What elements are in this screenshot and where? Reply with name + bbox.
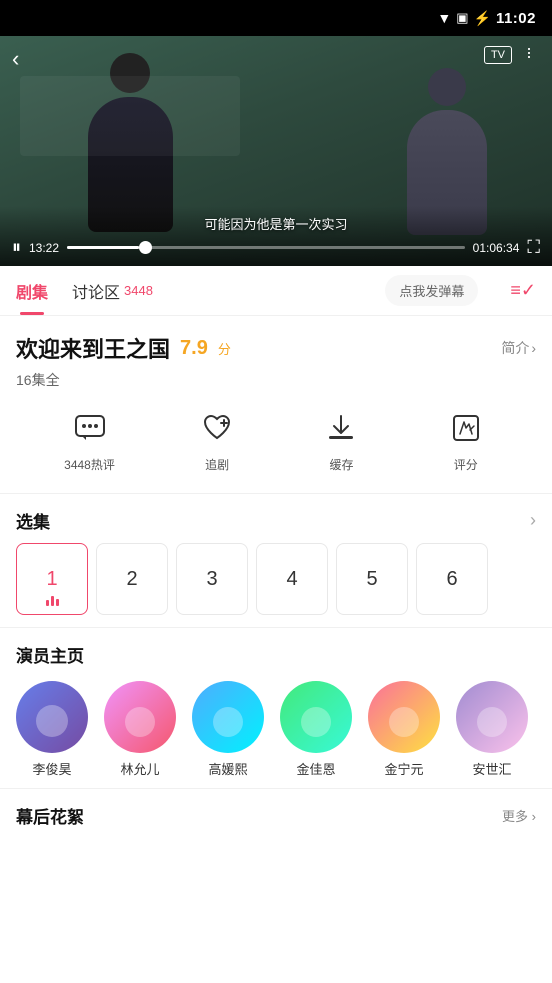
select-episode-title: 选集 — [16, 508, 50, 533]
cast-avatar-5 — [368, 681, 440, 753]
episode-item-1[interactable]: 1 — [16, 543, 88, 615]
episode-grid: 1 2 3 4 5 6 — [16, 543, 536, 627]
cast-name-1: 李俊昊 — [32, 759, 71, 778]
danmu-input-button[interactable]: 点我发弹幕 — [385, 275, 478, 306]
progress-row: ⏸ 13:22 01:06:34 ⛶ — [12, 237, 540, 258]
show-rating: 7.9 — [180, 337, 208, 360]
play-pause-button[interactable]: ⏸ — [12, 237, 21, 258]
follow-button[interactable]: 追剧 — [195, 406, 239, 473]
cast-item-4[interactable]: 金佳恩 — [280, 681, 352, 778]
cast-avatar-1 — [16, 681, 88, 753]
cast-name-5: 金宁元 — [384, 759, 423, 778]
download-icon — [319, 406, 363, 450]
cast-item-3[interactable]: 高媛熙 — [192, 681, 264, 778]
progress-bar[interactable] — [67, 246, 465, 249]
bts-more-link[interactable]: 更多 › — [502, 806, 536, 825]
time-display: 11:02 — [496, 10, 536, 27]
wifi-icon: ▼ — [437, 10, 451, 26]
time-elapsed: 13:22 — [29, 241, 59, 255]
show-title-row: 欢迎来到王之国 7.9 分 简介 › — [16, 332, 536, 364]
cast-avatar-4 — [280, 681, 352, 753]
bts-section: 幕后花絮 更多 › — [16, 789, 536, 842]
episode-count: 16集全 — [16, 370, 536, 390]
danmu-list-icon[interactable]: ≡✓ — [510, 280, 536, 301]
show-title: 欢迎来到王之国 — [16, 332, 170, 364]
status-bar: ▼ ▣ ⚡ 11:02 — [0, 0, 552, 36]
time-total: 01:06:34 — [473, 241, 520, 255]
episode-item-3[interactable]: 3 — [176, 543, 248, 615]
discussion-count: 3448 — [124, 283, 153, 298]
episode-item-5[interactable]: 5 — [336, 543, 408, 615]
heart-plus-icon — [195, 406, 239, 450]
person-right — [402, 68, 492, 228]
action-buttons: 3448热评 追剧 缓存 — [16, 406, 536, 473]
intro-link[interactable]: 简介 › — [501, 338, 536, 358]
more-options-button[interactable]: ··· — [519, 46, 540, 58]
cast-item-6[interactable]: 安世汇 — [456, 681, 528, 778]
cast-avatar-3 — [192, 681, 264, 753]
bar-seg-1 — [46, 600, 49, 606]
status-icons: ▼ ▣ ⚡ 11:02 — [437, 10, 536, 27]
cast-title-row: 演员主页 — [16, 642, 536, 667]
rating-unit: 分 — [218, 339, 231, 358]
episode-item-4[interactable]: 4 — [256, 543, 328, 615]
cast-item-2[interactable]: 林允儿 — [104, 681, 176, 778]
office-bg-element — [20, 76, 240, 156]
cast-title: 演员主页 — [16, 642, 84, 667]
episode-num-1: 1 — [46, 568, 57, 591]
episode-item-2[interactable]: 2 — [96, 543, 168, 615]
tv-cast-button[interactable]: TV — [484, 46, 512, 64]
bts-title-row: 幕后花絮 更多 › — [16, 803, 536, 828]
rate-icon — [444, 406, 488, 450]
video-controls: 可能因为他是第一次实习 ⏸ 13:22 01:06:34 ⛶ — [0, 206, 552, 266]
cast-name-3: 高媛熙 — [208, 759, 247, 778]
episode-num-5: 5 — [366, 568, 377, 591]
video-player: ‹ TV ··· 可能因为他是第一次实习 ⏸ 13:22 01:06:34 ⛶ — [0, 36, 552, 266]
cast-name-2: 林允儿 — [120, 759, 159, 778]
cast-section: 演员主页 李俊昊 林允儿 — [16, 628, 536, 788]
episode-progress-bar — [46, 596, 59, 606]
tab-episodes[interactable]: 剧集 — [16, 266, 48, 315]
progress-handle[interactable] — [139, 241, 152, 254]
cast-name-6: 安世汇 — [472, 759, 511, 778]
cast-item-1[interactable]: 李俊昊 — [16, 681, 88, 778]
episode-num-4: 4 — [286, 568, 297, 591]
bar-seg-2 — [51, 596, 54, 606]
download-button[interactable]: 缓存 — [319, 406, 363, 473]
cast-scroll: 李俊昊 林允儿 高媛熙 — [16, 681, 536, 778]
cast-name-4: 金佳恩 — [296, 759, 335, 778]
select-episode-header: 选集 › — [16, 494, 536, 543]
bts-title: 幕后花絮 — [16, 803, 84, 828]
episode-num-6: 6 — [446, 568, 457, 591]
comment-label: 3448热评 — [64, 456, 115, 473]
rate-label: 评分 — [454, 456, 478, 473]
comment-button[interactable]: 3448热评 — [64, 406, 115, 473]
battery-icon: ⚡ — [474, 10, 491, 27]
progress-fill — [67, 246, 139, 249]
bar-seg-3 — [56, 599, 59, 606]
main-content: 欢迎来到王之国 7.9 分 简介 › 16集全 3448热评 — [0, 316, 552, 842]
cast-avatar-6 — [456, 681, 528, 753]
episode-num-2: 2 — [126, 568, 137, 591]
subtitle-text: 可能因为他是第一次实习 — [12, 214, 540, 233]
cast-item-5[interactable]: 金宁元 — [368, 681, 440, 778]
rate-button[interactable]: 评分 — [444, 406, 488, 473]
fullscreen-button[interactable]: ⛶ — [527, 237, 540, 258]
comment-icon — [68, 406, 112, 450]
tab-discussion[interactable]: 讨论区 3448 — [72, 266, 153, 315]
signal-icon: ▣ — [456, 10, 468, 26]
follow-label: 追剧 — [205, 456, 229, 473]
cast-avatar-2 — [104, 681, 176, 753]
tabs-bar: 剧集 讨论区 3448 点我发弹幕 ≡✓ — [0, 266, 552, 316]
select-episode-more[interactable]: › — [530, 510, 536, 531]
back-button[interactable]: ‹ — [12, 46, 19, 72]
episode-num-3: 3 — [206, 568, 217, 591]
download-label: 缓存 — [329, 456, 353, 473]
episode-item-6[interactable]: 6 — [416, 543, 488, 615]
